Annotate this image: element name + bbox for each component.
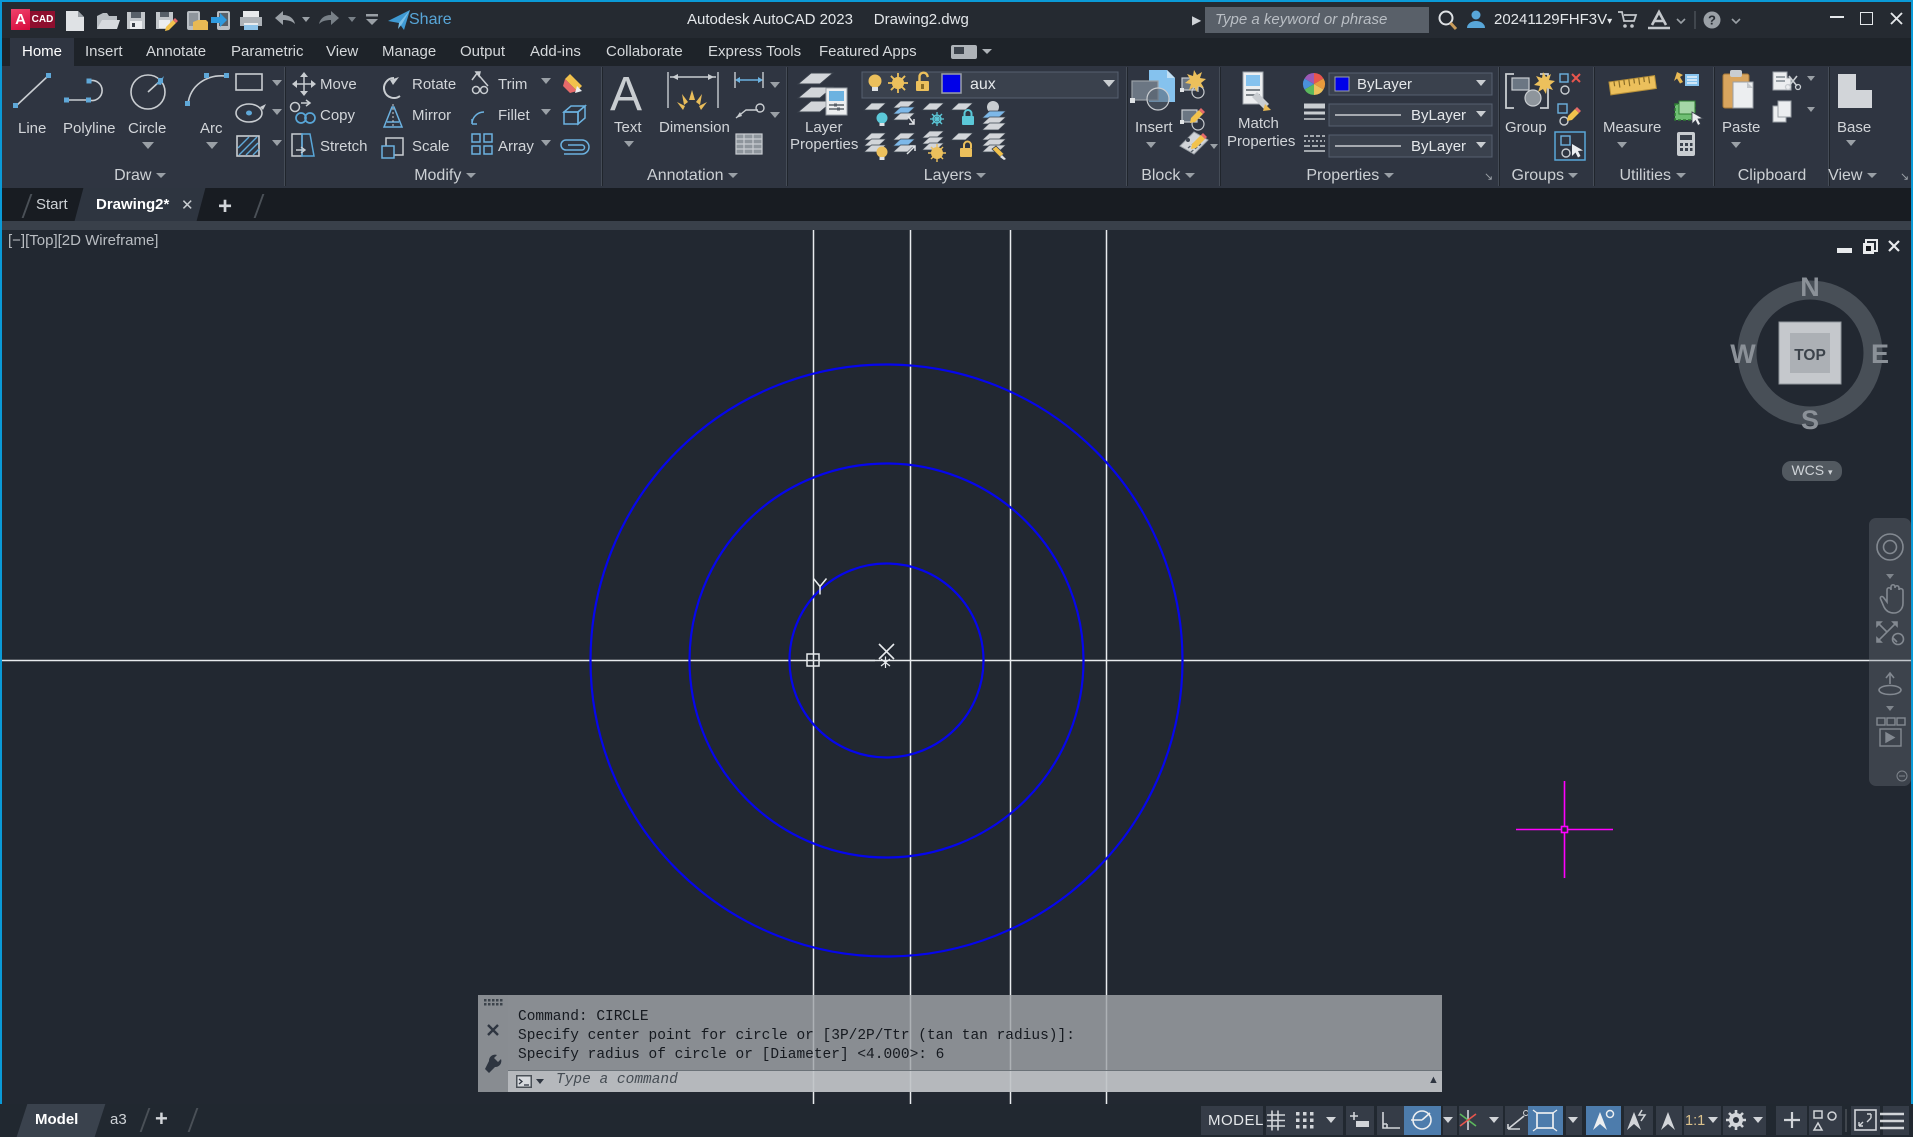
svg-text:1:1: 1:1 bbox=[1685, 1113, 1705, 1129]
svg-text:TOP: TOP bbox=[1794, 347, 1826, 364]
svg-text:Copy: Copy bbox=[320, 107, 356, 124]
svg-text:aux: aux bbox=[970, 76, 996, 93]
svg-text:Fillet: Fillet bbox=[498, 107, 531, 124]
svg-text:Insert: Insert bbox=[1135, 119, 1173, 136]
svg-text:?: ? bbox=[1708, 13, 1716, 28]
svg-text:A: A bbox=[610, 68, 642, 121]
svg-text:Arc: Arc bbox=[200, 120, 223, 137]
svg-text:Match: Match bbox=[1238, 115, 1279, 132]
svg-text:Text: Text bbox=[614, 119, 642, 136]
svg-text:Measure: Measure bbox=[1603, 119, 1661, 136]
svg-text:Array: Array bbox=[498, 138, 534, 155]
svg-text:Stretch: Stretch bbox=[320, 138, 368, 155]
svg-text:S: S bbox=[1801, 405, 1819, 435]
svg-text:Paste: Paste bbox=[1722, 119, 1760, 136]
svg-text:Dimension: Dimension bbox=[659, 119, 730, 136]
svg-text:Rotate: Rotate bbox=[412, 76, 456, 93]
svg-text:Properties: Properties bbox=[1227, 133, 1295, 150]
svg-text:Group: Group bbox=[1505, 119, 1547, 136]
svg-text:Scale: Scale bbox=[412, 138, 450, 155]
svg-text:N: N bbox=[1800, 273, 1820, 302]
svg-text:ByLayer: ByLayer bbox=[1411, 138, 1466, 155]
svg-text:Move: Move bbox=[320, 76, 357, 93]
svg-text:Base: Base bbox=[1837, 119, 1871, 136]
svg-text:E: E bbox=[1871, 339, 1889, 369]
svg-text:Layer: Layer bbox=[805, 119, 843, 136]
svg-text:Trim: Trim bbox=[498, 76, 527, 93]
svg-text:Circle: Circle bbox=[128, 120, 166, 137]
svg-text:Mirror: Mirror bbox=[412, 107, 451, 124]
svg-text:ByLayer: ByLayer bbox=[1411, 107, 1466, 124]
svg-text:ByLayer: ByLayer bbox=[1357, 76, 1412, 93]
svg-text:Properties: Properties bbox=[790, 136, 858, 153]
svg-text:W: W bbox=[1730, 339, 1756, 369]
svg-text:Polyline: Polyline bbox=[63, 120, 116, 137]
svg-text:Line: Line bbox=[18, 120, 46, 137]
